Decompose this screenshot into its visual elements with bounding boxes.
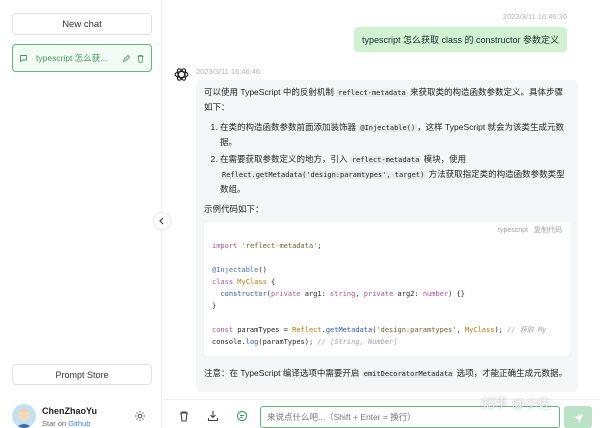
step1-text: 在类的构造函数参数前面添加装饰器	[220, 122, 359, 132]
code-token: (paramTypes);	[258, 338, 314, 346]
code-header: typescript 复制代码	[492, 225, 562, 237]
code-token: private	[363, 290, 394, 298]
copy-code-button[interactable]: 复制代码	[534, 227, 562, 234]
new-chat-button[interactable]: New chat	[12, 13, 152, 35]
download-icon[interactable]	[207, 410, 219, 422]
ai-message-timestamp: 2023/3/11 16:46:46	[196, 67, 261, 76]
code-language: typescript	[498, 227, 528, 234]
code-token: // [String, Number]	[317, 338, 398, 346]
code-token: }	[212, 302, 217, 310]
ai-note: 注意：在 TypeScript 编译选项中需要开启 emitDecoratorM…	[204, 366, 570, 381]
code-token: ,	[456, 326, 465, 334]
code-token: constructor	[220, 290, 267, 298]
code-token: log	[245, 338, 259, 346]
send-button[interactable]	[564, 406, 592, 428]
user-name: ChenZhaoYu	[42, 406, 98, 416]
code-token: import	[212, 242, 238, 250]
step-item: 在需要获取参数定义的地方，引入 reflect-metadata 模块，使用 R…	[220, 152, 570, 196]
code-token: 'design:paramtypes'	[376, 326, 457, 334]
user-message: typescript 怎么获取 class 的 constructor 参数定义	[353, 27, 567, 52]
step-item: 在类的构造函数参数前面添加装饰器 @Injectable()，这样 TypeSc…	[220, 120, 570, 149]
code-token: getMetadata	[325, 326, 373, 334]
steps-list: 在类的构造函数参数前面添加装饰器 @Injectable()，这样 TypeSc…	[220, 120, 570, 196]
note-text: 注意：在 TypeScript 编译选项中需要开启	[204, 368, 362, 378]
code-token: 'reflect-metadata'	[241, 242, 318, 250]
code-token: );	[494, 326, 503, 334]
code-token: ,	[355, 290, 364, 298]
user-subtitle-text: Star on	[42, 419, 69, 428]
openai-icon	[174, 68, 189, 81]
code-token: MyClass	[464, 326, 495, 334]
chat-list-item[interactable]: typescript 怎么获...	[12, 44, 152, 72]
send-icon	[573, 413, 583, 423]
chat-main: 2023/3/11 16:46:36 typescript 怎么获取 class…	[163, 0, 600, 428]
chat-bubble-icon	[20, 54, 27, 62]
sidebar: New chat typescript 怎么获... Prompt Store …	[0, 0, 162, 428]
edit-icon[interactable]	[122, 54, 131, 63]
code-token: console	[212, 338, 242, 346]
code-token: const	[212, 326, 234, 334]
code-token: arg1:	[300, 290, 331, 298]
code-token: arg2:	[393, 290, 423, 298]
code-token: Reflect	[292, 326, 322, 334]
user-subtitle: Star on Github	[42, 419, 90, 428]
code-token: {	[266, 278, 276, 286]
example-label: 示例代码如下：	[204, 204, 264, 214]
code-token: @Injectable	[212, 266, 259, 274]
trash-icon[interactable]	[178, 410, 190, 422]
step2-text: 在需要获取参数定义的地方，引入	[220, 154, 350, 164]
code-token: paramTypes =	[233, 326, 293, 334]
inline-code: reflect-metadata	[336, 89, 408, 97]
code-token: // 获取 My	[507, 326, 547, 334]
inline-code: reflect-metadata	[349, 156, 422, 164]
avatar	[12, 404, 36, 428]
context-icon[interactable]	[236, 410, 248, 422]
trash-icon[interactable]	[136, 54, 145, 63]
ai-intro-text: 可以使用 TypeScript 中的反射机制	[204, 87, 337, 97]
inline-code: @Injectable()	[358, 124, 418, 132]
user-profile: ChenZhaoYu Star on Github	[12, 402, 152, 428]
ai-message: 可以使用 TypeScript 中的反射机制 reflect-metadata …	[196, 80, 578, 392]
code-token: private	[271, 290, 301, 298]
user-message-timestamp: 2023/3/11 16:46:36	[502, 12, 567, 21]
chat-list-item-title: typescript 怎么获...	[36, 53, 108, 63]
code-token: class	[212, 278, 234, 286]
github-link[interactable]: Github	[68, 419, 90, 428]
settings-icon[interactable]	[134, 410, 146, 422]
code-token: MyClass	[237, 278, 267, 286]
code-token: string	[330, 290, 356, 298]
step2-text-2: 模块，使用	[421, 154, 467, 164]
prompt-store-button[interactable]: Prompt Store	[12, 364, 152, 385]
code-token: ()	[258, 266, 267, 274]
code-token: ) {}	[448, 290, 465, 298]
code-block: typescript 复制代码 import 'reflect-metadata';…	[204, 222, 570, 356]
watermark: 知乎 @小佐	[482, 396, 551, 411]
ai-intro: 可以使用 TypeScript 中的反射机制 reflect-metadata …	[204, 85, 570, 114]
code-token: number	[422, 290, 449, 298]
inline-code: emitDecoratorMetadata	[361, 370, 455, 378]
note-text-2: 选项，才能正确生成元数据。	[454, 368, 568, 378]
code-token: ;	[317, 242, 322, 250]
inline-code: Reflect.getMetadata('design:paramtypes',…	[220, 171, 427, 179]
